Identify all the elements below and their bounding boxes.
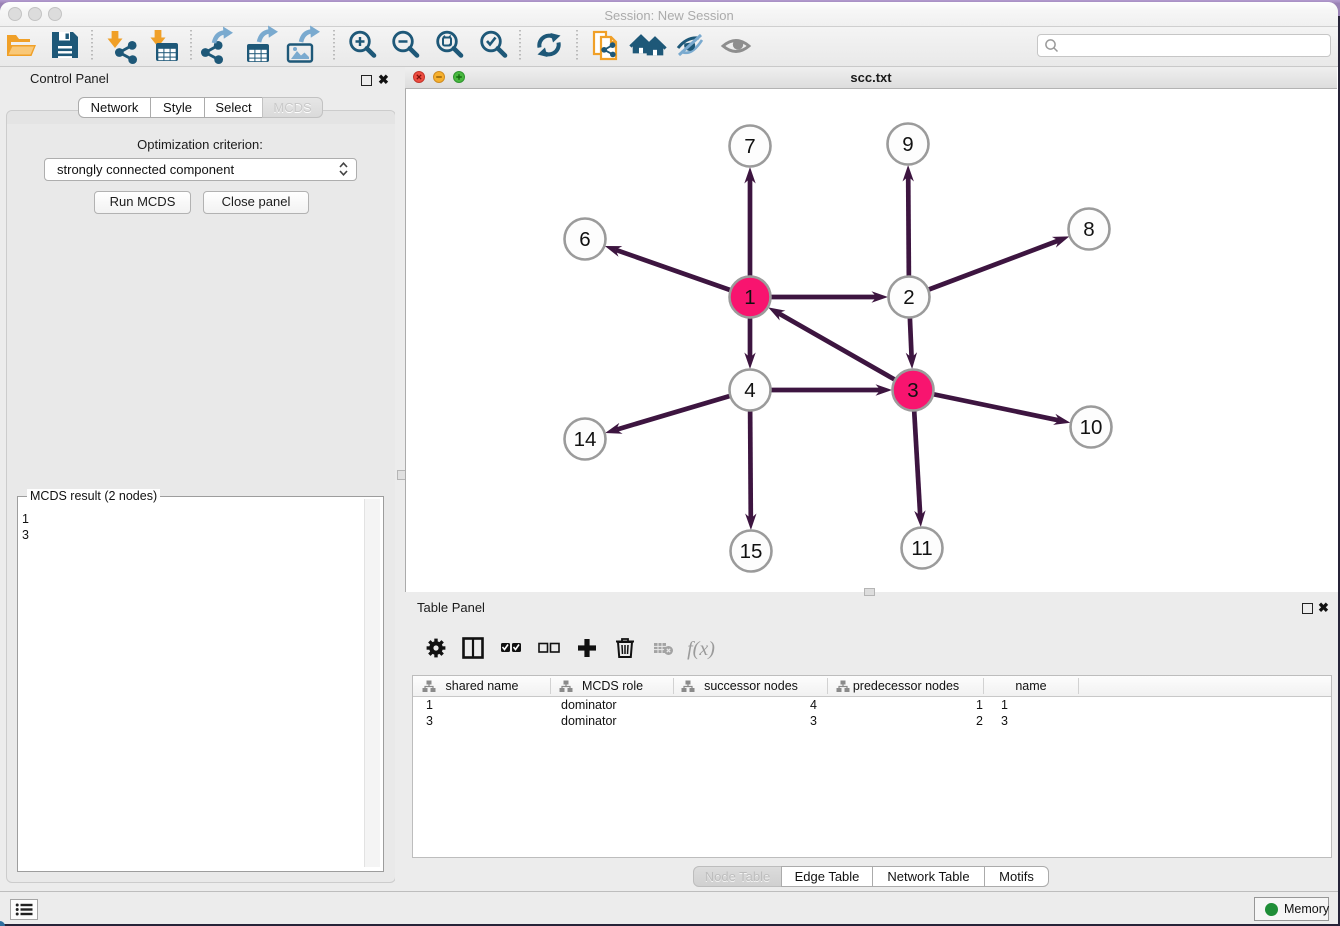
svg-text:f(x): f(x) [687,638,715,660]
svg-text:1: 1 [744,286,755,309]
svg-text:8: 8 [1083,218,1094,241]
svg-text:6: 6 [579,228,590,251]
svg-text:11: 11 [911,537,932,560]
svg-text:7: 7 [744,135,755,158]
svg-text:10: 10 [1080,416,1103,439]
svg-text:9: 9 [902,133,913,156]
svg-text:14: 14 [574,428,597,451]
svg-text:15: 15 [740,540,763,563]
svg-text:2: 2 [903,286,914,309]
svg-text:3: 3 [907,379,918,402]
svg-text:4: 4 [744,379,755,402]
